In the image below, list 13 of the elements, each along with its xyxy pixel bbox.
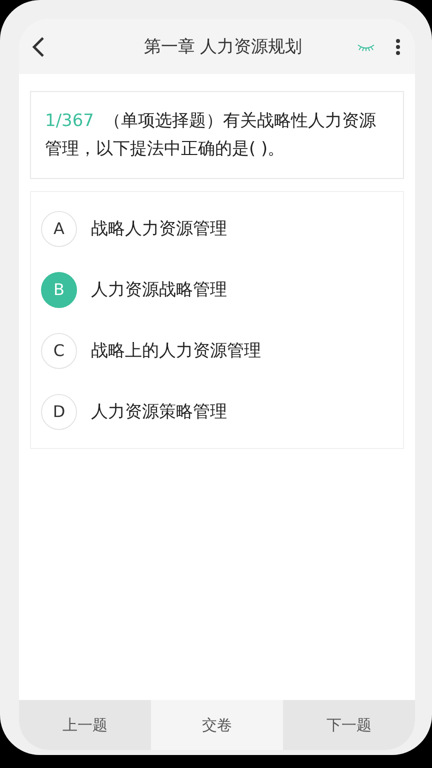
option-text[interactable]: 战略上的人力资源管理 <box>91 339 261 362</box>
option-letter[interactable]: A <box>41 210 77 246</box>
more-icon[interactable] <box>395 38 401 56</box>
nav-button[interactable]: 下一题 <box>283 700 415 750</box>
question-text: 1/367 （单项选择题）有关战略性人力资源管理，以下提法中正确的是( )。 <box>45 110 377 161</box>
option-text[interactable]: 人力资源策略管理 <box>91 400 227 423</box>
option-text[interactable]: 人力资源战略管理 <box>91 278 227 301</box>
option-letter[interactable]: D <box>41 394 77 430</box>
submit-button[interactable]: 交卷 <box>151 700 283 750</box>
page-title: 第一章 人力资源规划 <box>142 36 304 58</box>
nav-button[interactable]: 上一题 <box>19 700 151 750</box>
option-text[interactable]: 战略人力资源管理 <box>91 217 227 240</box>
option-letter[interactable]: C <box>41 332 77 368</box>
